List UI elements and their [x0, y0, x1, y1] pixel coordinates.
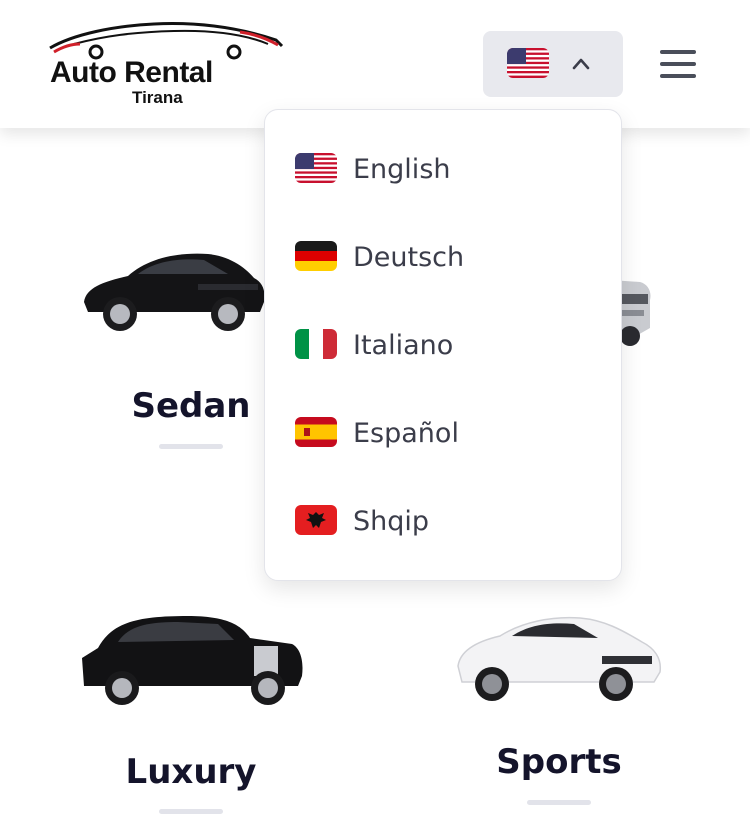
language-label: Italiano	[353, 330, 454, 361]
category-underline	[159, 809, 223, 814]
language-option-english[interactable]: English	[295, 141, 595, 197]
us-flag-icon	[295, 153, 337, 183]
us-flag-icon	[507, 48, 549, 78]
sports-car-image	[457, 616, 662, 701]
albania-flag-icon	[295, 505, 337, 535]
logo-subtitle: Tirana	[132, 88, 183, 107]
category-label-sedan: Sedan	[131, 386, 251, 426]
language-toggle-button[interactable]	[483, 31, 623, 97]
category-underline	[527, 800, 591, 805]
language-option-shqip[interactable]: Shqip	[295, 493, 595, 549]
site-logo[interactable]: Auto Rental Tirana	[44, 18, 294, 110]
language-label: English	[353, 154, 451, 185]
luxury-car-image	[82, 616, 303, 705]
logo-title: Auto Rental	[50, 56, 213, 89]
category-underline	[159, 444, 223, 449]
category-label-luxury: Luxury	[125, 752, 257, 792]
italy-flag-icon	[295, 329, 337, 359]
language-option-espanol[interactable]: Español	[295, 405, 595, 461]
language-dropdown-menu: English Deutsch Italiano Español Shqip	[264, 109, 622, 581]
language-label: Español	[353, 418, 459, 449]
spain-flag-icon	[295, 417, 337, 447]
germany-flag-icon	[295, 241, 337, 271]
language-option-italiano[interactable]: Italiano	[295, 317, 595, 373]
language-label: Deutsch	[353, 242, 465, 273]
sedan-car-image	[84, 253, 265, 331]
language-label: Shqip	[353, 506, 430, 537]
chevron-up-icon	[572, 58, 590, 70]
category-label-sports: Sports	[496, 742, 622, 782]
hamburger-menu-icon[interactable]	[656, 44, 700, 84]
language-option-deutsch[interactable]: Deutsch	[295, 229, 595, 285]
